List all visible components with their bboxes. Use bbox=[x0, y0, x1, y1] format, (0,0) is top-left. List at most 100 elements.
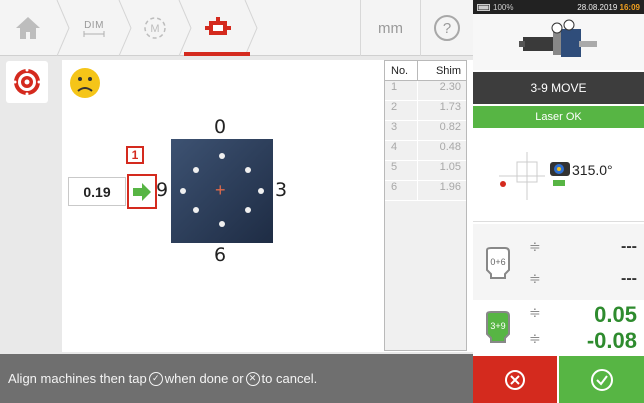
results-step[interactable] bbox=[192, 0, 244, 56]
sensor-angle: 315.0° bbox=[572, 162, 613, 178]
breadcrumb-divider bbox=[56, 0, 70, 56]
unit-selector[interactable]: mm bbox=[360, 0, 420, 56]
shim-table-header: No. Shim bbox=[385, 61, 466, 81]
confirm-button[interactable] bbox=[559, 356, 644, 403]
battery-indicator: 100% bbox=[477, 3, 513, 12]
dimensions-step[interactable]: DIM bbox=[70, 0, 118, 56]
sensor-battery-icon bbox=[553, 180, 565, 186]
shim-value: 1.05 bbox=[439, 161, 461, 173]
help-button[interactable]: ? bbox=[420, 0, 473, 56]
check-icon: ✓ bbox=[148, 371, 163, 386]
table-row: 6 1.96 bbox=[385, 181, 466, 201]
column-header: Shim bbox=[435, 64, 461, 77]
svg-text:0+6: 0+6 bbox=[490, 257, 505, 267]
shim-value: 1.73 bbox=[439, 101, 461, 113]
table-row: 5 1.05 bbox=[385, 161, 466, 181]
table-row: 4 0.48 bbox=[385, 141, 466, 161]
row-number: 1 bbox=[385, 81, 418, 100]
date-time: 28.08.2019 16:09 bbox=[577, 3, 640, 12]
gap-symbol-icon: ≑ bbox=[529, 304, 541, 320]
measurement-dot bbox=[180, 188, 186, 194]
table-row: 2 1.73 bbox=[385, 101, 466, 121]
status-text: when done or bbox=[164, 371, 244, 386]
cancel-button[interactable] bbox=[473, 356, 557, 403]
measurement-dot bbox=[245, 207, 251, 213]
row-number: 6 bbox=[385, 181, 418, 200]
table-row: 1 2.30 bbox=[385, 81, 466, 101]
laser-status-bar: Laser OK bbox=[473, 106, 644, 128]
center-cross: + bbox=[215, 180, 226, 200]
status-text: to cancel. bbox=[261, 371, 318, 386]
system-status-bar: 100% 28.08.2019 16:09 bbox=[473, 0, 644, 14]
row-number: 4 bbox=[385, 141, 418, 160]
horizontal-gap-value: 0.05 bbox=[594, 302, 637, 327]
help-glyph: ? bbox=[442, 19, 452, 37]
top-navigation: DIM M mm ? bbox=[0, 0, 473, 56]
vertical-results[interactable]: 0+6 ≑ ≑ --- --- bbox=[473, 224, 644, 304]
measurement-dot bbox=[219, 221, 225, 227]
clock-position-12: 0 bbox=[214, 116, 227, 138]
breadcrumb-divider bbox=[118, 0, 132, 56]
machine-view[interactable] bbox=[473, 14, 644, 70]
measure-step[interactable]: M bbox=[132, 0, 178, 56]
unit-label: mm bbox=[378, 19, 403, 37]
measurement-dot bbox=[245, 167, 251, 173]
alignment-app: DIM M mm ? 1 0.19 0 9 3 6 + No. Shim 1 2… bbox=[0, 0, 644, 403]
row-number: 2 bbox=[385, 101, 418, 120]
breadcrumb-divider bbox=[244, 0, 258, 56]
shim-value: 0.48 bbox=[439, 141, 461, 153]
move-direction-indicator bbox=[127, 174, 157, 209]
unhappy-face-icon bbox=[70, 68, 100, 98]
row-number: 5 bbox=[385, 161, 418, 180]
measurement-dot bbox=[219, 153, 225, 159]
measure-rotation-icon: M bbox=[144, 17, 166, 39]
cancel-circle-icon bbox=[505, 369, 525, 390]
home-button[interactable] bbox=[0, 0, 56, 56]
clock-position-9: 9 bbox=[156, 179, 169, 201]
dimension-arrows-icon bbox=[83, 30, 105, 37]
shim-table: No. Shim 1 2.30 2 1.73 3 0.82 4 0.48 5 1.05 6… bbox=[384, 60, 467, 351]
column-header: No. bbox=[385, 61, 418, 80]
right-arrow-icon bbox=[133, 182, 151, 201]
horizontal-offset-value: -0.08 bbox=[586, 328, 637, 353]
gap-symbol-icon: ≑ bbox=[529, 238, 541, 254]
offset-symbol-icon: ≑ bbox=[529, 330, 541, 346]
measurement-dot bbox=[258, 188, 264, 194]
sensor-icon bbox=[550, 162, 570, 176]
horizontal-results[interactable]: 3+9 ≑ ≑ 0.05 -0.08 bbox=[473, 300, 644, 356]
cancel-icon: ✕ bbox=[245, 371, 260, 386]
move-mode-label: 3-9 MOVE bbox=[473, 72, 644, 104]
svg-text:M: M bbox=[150, 23, 159, 35]
breadcrumb-divider bbox=[178, 0, 192, 56]
shim-value: 1.96 bbox=[439, 181, 461, 193]
status-bar: Align machines then tap ✓ when done or ✕… bbox=[0, 354, 473, 403]
target-icon bbox=[13, 68, 41, 96]
dim-label: DIM bbox=[84, 19, 104, 31]
vertical-view-icon: 0+6 bbox=[486, 247, 510, 279]
shim-value: 2.30 bbox=[439, 81, 461, 93]
move-mode-text: 3-9 MOVE bbox=[530, 81, 587, 95]
target-view-button[interactable] bbox=[6, 61, 48, 103]
right-panel: 100% 28.08.2019 16:09 3-9 MOVE Laser OK bbox=[473, 0, 644, 403]
sensor-position-area: 315.0° bbox=[473, 130, 644, 222]
step-number: 1 bbox=[131, 148, 139, 162]
laser-status-text: Laser OK bbox=[535, 111, 582, 123]
vertical-gap-value: --- bbox=[621, 238, 637, 255]
home-icon bbox=[16, 17, 40, 39]
battery-level: 100% bbox=[493, 2, 514, 12]
measurement-dot bbox=[193, 167, 199, 173]
alignment-target-square: + bbox=[171, 139, 273, 243]
machine-train-icon bbox=[518, 19, 597, 57]
offset-value-field[interactable]: 0.19 bbox=[68, 177, 126, 206]
tool-column bbox=[0, 57, 54, 353]
measurement-dot bbox=[193, 207, 199, 213]
battery-icon bbox=[477, 3, 490, 11]
row-number: 3 bbox=[385, 121, 418, 140]
table-row: 3 0.82 bbox=[385, 121, 466, 141]
laser-position-crosshair bbox=[499, 152, 545, 200]
alignment-view: 1 0.19 0 9 3 6 + No. Shim 1 2.30 2 1.73 … bbox=[62, 60, 474, 352]
active-step-indicator bbox=[184, 52, 250, 56]
horizontal-view-icon: 3+9 bbox=[486, 311, 510, 343]
coupling-results-icon bbox=[205, 17, 231, 35]
shim-value: 0.82 bbox=[439, 121, 461, 133]
